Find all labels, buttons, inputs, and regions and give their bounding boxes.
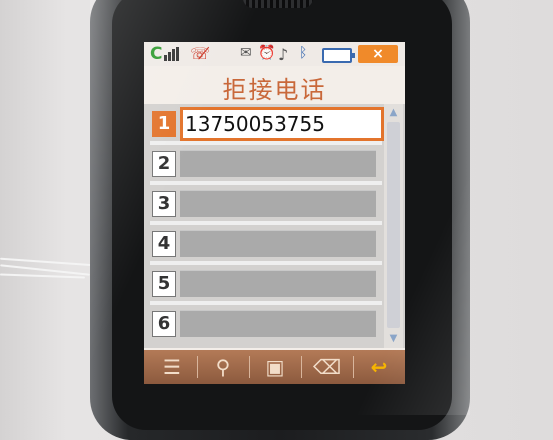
row-number: 2	[152, 151, 176, 177]
number-field[interactable]	[180, 270, 376, 297]
divider	[150, 181, 382, 185]
number-field[interactable]	[180, 150, 376, 177]
row-number: 6	[152, 311, 176, 337]
erase-icon[interactable]: ⌫	[302, 350, 352, 384]
speaker-grille	[243, 0, 313, 8]
row-number: 4	[152, 231, 176, 257]
signal-bars-icon	[164, 47, 180, 61]
search-icon[interactable]: ⚲	[198, 350, 248, 384]
list-item-2[interactable]: 2	[150, 146, 382, 180]
list-item-4[interactable]: 4	[150, 226, 382, 260]
phone-screen: C ☏̸ ✉ ⏰ ♪ ᛒ × 拒接电话 1 13750053755 2 3 4	[144, 42, 405, 384]
list-item-5[interactable]: 5	[150, 266, 382, 300]
number-list: 1 13750053755 2 3 4 5 6	[144, 104, 405, 348]
battery-icon	[322, 48, 355, 63]
list-item-6[interactable]: 6	[150, 306, 382, 340]
alarm-icon: ⏰	[258, 45, 276, 61]
message-icon: ✉	[240, 45, 252, 61]
status-bar: C ☏̸ ✉ ⏰ ♪ ᛒ ×	[144, 42, 405, 66]
number-field[interactable]	[180, 310, 376, 337]
divider	[150, 301, 382, 305]
row-number: 3	[152, 191, 176, 217]
row-number: 1	[152, 111, 176, 137]
number-field[interactable]	[180, 190, 376, 217]
scroll-up-icon[interactable]: ▲	[384, 106, 403, 120]
no-call-icon: ☏̸	[190, 44, 211, 63]
string	[0, 255, 100, 285]
list-icon[interactable]: ☰	[147, 350, 197, 384]
back-icon[interactable]: ↩	[354, 350, 404, 384]
row-number: 5	[152, 271, 176, 297]
music-note-icon: ♪	[278, 45, 289, 64]
scroll-thumb[interactable]	[387, 122, 400, 328]
bluetooth-icon: ᛒ	[299, 45, 308, 61]
number-field[interactable]: 13750053755	[180, 107, 384, 141]
number-field[interactable]	[180, 230, 376, 257]
list-item-1[interactable]: 1 13750053755	[150, 106, 384, 141]
scrollbar[interactable]: ▲ ▼	[384, 104, 403, 348]
divider	[150, 261, 382, 265]
close-button[interactable]: ×	[358, 45, 398, 63]
page-title: 拒接电话	[222, 76, 327, 104]
scroll-down-icon[interactable]: ▼	[384, 332, 403, 346]
divider	[150, 141, 382, 145]
soft-key-bar: ☰ ⚲ ▣ ⌫ ↩	[144, 350, 405, 384]
divider	[150, 221, 382, 225]
signal-network-label: C	[150, 44, 163, 64]
list-item-3[interactable]: 3	[150, 186, 382, 220]
save-icon[interactable]: ▣	[250, 350, 300, 384]
